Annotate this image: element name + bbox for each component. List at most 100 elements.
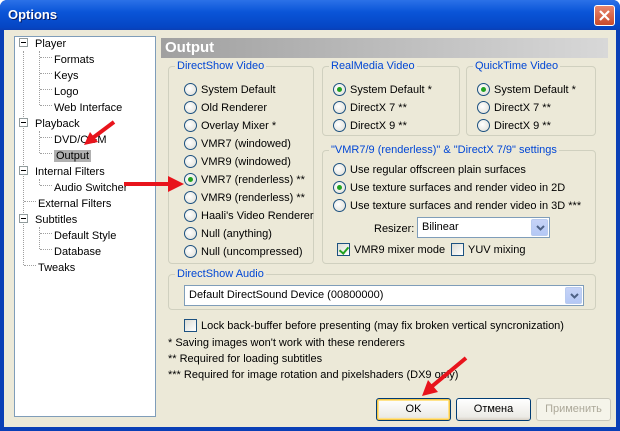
radio-indicator [184,209,197,222]
tree-item-label: Tweaks [38,262,76,274]
tree-line [40,249,52,250]
tree-line [39,227,40,249]
radio-label: Old Renderer [201,102,268,114]
collapse-playback-icon[interactable] [19,118,28,127]
radio-indicator [477,83,490,96]
note-line: *** Required for image rotation and pixe… [168,369,459,381]
quicktime-video-group: QuickTime Video System Default * DirectX… [466,60,596,136]
resizer-label: Resizer: [374,223,415,235]
tree-item-internal-filters[interactable]: Internal Filters [35,165,105,179]
resizer-value: Bilinear [422,221,459,233]
note-line: ** Required for loading subtitles [168,353,323,365]
radio-label: Use texture surfaces and render video in… [350,200,582,212]
tree-item-label: Formats [54,54,95,66]
tree-item-label: Audio Switcher [54,182,128,194]
ok-button[interactable]: OK [376,398,451,421]
tree-line [40,105,52,106]
radio-label: DirectX 7 ** [494,102,551,114]
tree-item-subtitles[interactable]: Subtitles [35,213,77,227]
checkbox-indicator [184,319,197,332]
directshow-video-group: DirectShow Video System Default Old Rend… [168,60,314,264]
cancel-button[interactable]: Отмена [456,398,531,421]
tree-item-dvd-ogm[interactable]: DVD/OGM [54,133,107,147]
tree-item-default-style[interactable]: Default Style [54,229,116,243]
apply-button[interactable]: Применить [536,398,611,421]
tree-item-label: External Filters [38,198,112,210]
tree-item-formats[interactable]: Formats [54,53,94,67]
group-legend: DirectShow Audio [175,268,266,281]
radio-indicator [333,181,346,194]
radio-indicator [477,101,490,114]
radio-indicator [184,119,197,132]
radio-indicator [333,163,346,176]
tree-item-label: Subtitles [35,214,78,226]
tree-item-audio-switcher[interactable]: Audio Switcher [54,181,127,195]
tree-line [24,265,36,266]
tree-item-label: Playback [35,118,80,130]
radio-indicator [184,245,197,258]
audio-device-select[interactable]: Default DirectSound Device (00800000) [184,285,584,306]
options-tree: Player Formats Keys Logo Web Interface P… [14,36,156,417]
radio-label: Use regular offscreen plain surfaces [350,164,526,176]
tree-item-label: Keys [54,70,79,82]
radio-indicator [184,173,197,186]
collapse-player-icon[interactable] [19,38,28,47]
window-title: Options [8,7,58,22]
group-legend: "VMR7/9 (renderless)" & "DirectX 7/9" se… [329,144,559,157]
directshow-audio-group: DirectShow Audio Default DirectSound Dev… [168,268,596,310]
radio-indicator [184,83,197,96]
radio-label: VMR7 (windowed) [201,138,291,150]
realmedia-video-group: RealMedia Video System Default * DirectX… [322,60,460,136]
radio-indicator [184,155,197,168]
tree-line [40,153,52,154]
tree-line [40,185,52,186]
radio-indicator [333,101,346,114]
tree-item-label: DVD/OGM [54,134,107,146]
audio-device-value: Default DirectSound Device (00800000) [189,289,384,301]
radio-indicator [184,227,197,240]
tree-item-output[interactable]: Output [54,149,92,163]
tree-item-keys[interactable]: Keys [54,69,78,83]
checkbox-indicator [337,243,350,256]
tree-item-web-interface[interactable]: Web Interface [54,101,122,115]
tree-item-player[interactable]: Player [35,37,66,51]
tree-item-database[interactable]: Database [54,245,101,259]
checkbox-label: YUV mixing [468,244,526,256]
radio-label: Null (uncompressed) [201,246,303,258]
group-legend: RealMedia Video [329,60,417,73]
tree-item-label: Web Interface [54,102,123,114]
tree-item-label: Output [54,150,92,162]
close-button[interactable] [594,5,615,26]
title-bar[interactable]: Options [0,0,620,30]
collapse-internal-filters-icon[interactable] [19,166,28,175]
tree-item-label: Logo [54,86,79,98]
tree-item-label: Player [35,38,67,50]
collapse-subtitles-icon[interactable] [19,214,28,223]
tree-line [40,233,52,234]
tree-item-playback[interactable]: Playback [35,117,80,131]
tree-item-label: Database [54,246,102,258]
checkbox-indicator [451,243,464,256]
note-line: * Saving images won't work with these re… [168,337,405,349]
tree-item-logo[interactable]: Logo [54,85,78,99]
chevron-down-icon [531,219,548,236]
radio-label: Overlay Mixer * [201,120,277,132]
radio-label: Null (anything) [201,228,272,240]
options-window: Options Player Formats Keys Logo Web Int… [0,0,620,431]
resizer-select[interactable]: Bilinear [417,217,550,238]
tree-item-external-filters[interactable]: External Filters [38,197,111,211]
checkbox-label: VMR9 mixer mode [354,244,446,256]
radio-indicator [184,101,197,114]
tree-line [24,201,36,202]
radio-label: DirectX 9 ** [494,120,551,132]
radio-label: Haali's Video Renderer [201,210,314,222]
radio-indicator [333,199,346,212]
tree-line [39,131,40,153]
radio-indicator [333,83,346,96]
radio-label: DirectX 9 ** [350,120,407,132]
radio-label: Use texture surfaces and render video in… [350,182,566,194]
group-legend: QuickTime Video [473,60,561,73]
tree-item-tweaks[interactable]: Tweaks [38,261,75,275]
radio-label: System Default * [494,84,576,96]
radio-indicator [184,137,197,150]
